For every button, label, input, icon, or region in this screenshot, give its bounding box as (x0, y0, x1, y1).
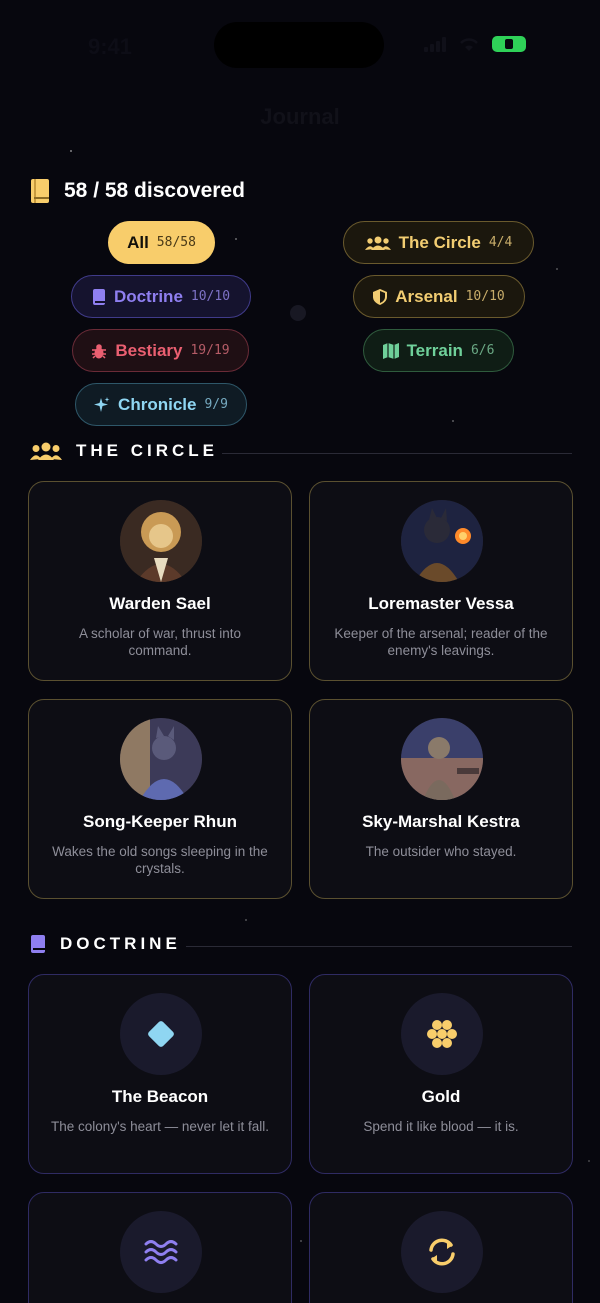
filter-chip-doctrine[interactable]: Doctrine 10/10 (71, 275, 251, 318)
filter-chip-chronicle[interactable]: Chronicle 9/9 (75, 383, 247, 426)
gold-coins-icon (427, 1020, 457, 1048)
status-icons (424, 36, 526, 52)
page-title: Journal (260, 104, 340, 129)
filter-chip-count: 6/6 (470, 343, 495, 358)
filter-chip-terrain[interactable]: Terrain 6/6 (363, 329, 514, 372)
character-description: Wakes the old songs sleeping in the crys… (52, 844, 268, 876)
character-description: The outsider who stayed. (365, 844, 517, 859)
filter-chip-arsenal[interactable]: Arsenal 10/10 (353, 275, 525, 318)
bug-icon (92, 343, 107, 359)
diamond-icon (148, 1021, 174, 1047)
character-name: Warden Sael (109, 594, 211, 613)
cycle-icon (429, 1238, 455, 1266)
character-portrait (401, 500, 483, 582)
doctrine-card[interactable] (28, 1192, 292, 1303)
filter-chip-label: The Circle (398, 232, 481, 252)
character-description: A scholar of war, thrust into command. (78, 626, 242, 658)
section-title: DOCTRINE (60, 934, 181, 953)
character-portrait (120, 500, 202, 582)
book-icon (92, 288, 105, 305)
filter-chip-label: Bestiary (115, 340, 183, 360)
section-divider (222, 453, 572, 454)
wifi-icon (460, 38, 478, 51)
doctrine-icon-disc (401, 993, 483, 1075)
filter-chip-label: Arsenal (395, 286, 458, 306)
doctrine-card[interactable] (309, 1192, 573, 1303)
waves-icon (144, 1240, 178, 1264)
character-card[interactable]: Song-Keeper Rhun Wakes the old songs sle… (28, 699, 292, 899)
shield-icon (373, 288, 388, 305)
discovered-count: 58 / 58 discovered (64, 179, 245, 202)
filter-chip-label: Terrain (406, 340, 463, 360)
section-divider (186, 946, 572, 947)
status-bar: 9:41 (0, 0, 600, 90)
section-header-doctrine: DOCTRINE (30, 934, 181, 954)
filter-chip-label: Doctrine (113, 286, 183, 306)
character-portrait (401, 718, 483, 800)
status-time: 9:41 (88, 34, 133, 59)
filter-chip-all[interactable]: All 58/58 (108, 221, 215, 264)
character-portrait (120, 718, 202, 800)
filter-chip-bestiary[interactable]: Bestiary 19/19 (72, 329, 249, 372)
doctrine-card[interactable]: The Beacon The colony's heart — never le… (28, 974, 292, 1174)
filter-chip-count: 9/9 (204, 397, 228, 412)
cellular-signal-icon (424, 36, 446, 52)
character-description: Keeper of the arsenal; reader of the ene… (334, 626, 548, 658)
character-name: Song-Keeper Rhun (83, 812, 237, 831)
character-card[interactable]: Warden Sael A scholar of war, thrust int… (28, 481, 292, 681)
filter-chip-the-circle[interactable]: The Circle 4/4 (343, 221, 534, 264)
book-icon (31, 935, 45, 953)
dynamic-island (214, 22, 384, 68)
filter-chip-count: 10/10 (465, 289, 505, 304)
battery-icon (492, 36, 526, 52)
map-icon (382, 342, 399, 359)
doctrine-description: The colony's heart — never let it fall. (51, 1119, 269, 1134)
filter-chip-count: 58/58 (156, 235, 196, 250)
doctrine-description: Spend it like blood — it is. (363, 1119, 519, 1134)
section-title: THE CIRCLE (76, 441, 218, 460)
filter-chip-label: All (127, 232, 149, 252)
filter-chip-label: Chronicle (118, 394, 197, 414)
character-name: Loremaster Vessa (368, 594, 514, 613)
filter-chip-count: 4/4 (488, 235, 513, 250)
doctrine-card[interactable]: Gold Spend it like blood — it is. (309, 974, 573, 1174)
section-header-the-circle: THE CIRCLE (30, 441, 218, 461)
character-name: Sky-Marshal Kestra (362, 812, 520, 831)
discovered-summary: 58 / 58 discovered (30, 178, 245, 204)
doctrine-name: Gold (421, 1087, 461, 1106)
people-icon (364, 236, 391, 250)
book-icon (31, 179, 49, 203)
filter-chip-count: 10/10 (190, 289, 231, 304)
doctrine-name: The Beacon (111, 1087, 209, 1106)
filter-chip-count: 19/19 (190, 343, 230, 358)
doctrine-icon-disc (401, 1211, 483, 1293)
character-card[interactable]: Sky-Marshal Kestra The outsider who stay… (309, 699, 573, 899)
people-icon (30, 442, 62, 460)
character-card[interactable]: Loremaster Vessa Keeper of the arsenal; … (309, 481, 573, 681)
doctrine-icon-disc (120, 1211, 202, 1293)
sparkles-icon (94, 396, 110, 412)
doctrine-icon-disc (120, 993, 202, 1075)
